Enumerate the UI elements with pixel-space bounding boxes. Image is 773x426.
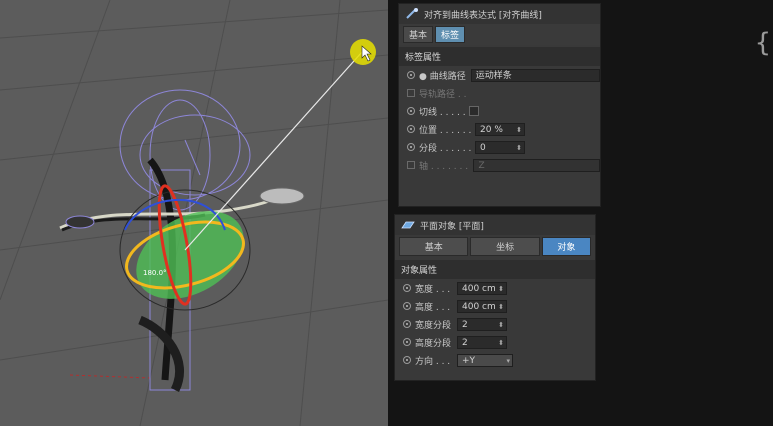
width-row: 宽度 . . . 400 cm ⬍ — [395, 279, 595, 297]
width-segments-row: 宽度分段 2 ⬍ — [395, 315, 595, 333]
animate-toggle[interactable] — [403, 320, 411, 328]
spline-path-label: ● 曲线路径 — [419, 71, 466, 82]
orientation-value: +Y — [462, 355, 476, 366]
axis-marker — [407, 161, 415, 169]
animate-toggle[interactable] — [407, 107, 415, 115]
height-label: 高度 . . . — [415, 302, 451, 313]
height-segments-input[interactable]: 2 ⬍ — [457, 335, 507, 350]
tangent-row: 切线 . . . . . . — [399, 102, 600, 120]
stepper-icon[interactable]: ⬍ — [516, 124, 522, 137]
rail-path-label: 导轨路径 . . — [419, 89, 467, 100]
plane-panel-title: 平面对象 [平面] — [420, 221, 484, 232]
height-segments-row: 高度分段 2 ⬍ — [395, 333, 595, 351]
position-row: 位置 . . . . . . 20 % ⬍ — [399, 120, 600, 138]
animate-toggle[interactable] — [407, 125, 415, 133]
width-value: 400 cm — [462, 283, 496, 294]
tab-tag[interactable]: 标签 — [435, 26, 466, 43]
angle-readout: 180.0° — [143, 269, 167, 277]
height-input[interactable]: 400 cm ⬍ — [457, 299, 507, 314]
plane-icon — [401, 221, 415, 229]
stepper-icon[interactable]: ⬍ — [498, 337, 504, 350]
plane-panel-tabs: 基本 坐标 对象 — [395, 235, 595, 258]
brace-glyph: { — [755, 28, 771, 58]
position-value: 20 % — [480, 124, 503, 135]
stepper-icon[interactable]: ⬍ — [498, 283, 504, 296]
height-segments-label: 高度分段 — [415, 338, 452, 349]
width-segments-label: 宽度分段 — [415, 320, 452, 331]
animate-toggle[interactable] — [407, 143, 415, 151]
axis-row: 轴 . . . . . . . . Z — [399, 156, 600, 174]
animate-toggle[interactable] — [403, 284, 411, 292]
position-input[interactable]: 20 % ⬍ — [475, 122, 525, 137]
object-properties-header: 对象属性 — [395, 260, 595, 279]
tab-basic[interactable]: 基本 — [403, 26, 434, 43]
height-value: 400 cm — [462, 301, 496, 312]
spline-path-row: ● 曲线路径 运动样条 — [399, 66, 600, 84]
height-row: 高度 . . . 400 cm ⬍ — [395, 297, 595, 315]
spline-path-field[interactable]: 运动样条 — [470, 68, 600, 82]
segment-input[interactable]: 0 ⬍ — [475, 140, 525, 155]
segment-label: 分段 . . . . . . — [419, 143, 471, 154]
alignment-tag-panel: 对齐到曲线表达式 [对齐曲线] 基本 标签 标签属性 ● 曲线路径 运动样条 导… — [398, 3, 601, 207]
tag-panel-title: 对齐到曲线表达式 [对齐曲线] — [424, 10, 542, 21]
height-segments-value: 2 — [462, 337, 468, 348]
segment-value: 0 — [480, 142, 486, 153]
tag-panel-header: 对齐到曲线表达式 [对齐曲线] — [399, 4, 600, 24]
segment-row: 分段 . . . . . . 0 ⬍ — [399, 138, 600, 156]
width-segments-value: 2 — [462, 319, 468, 330]
tangent-label: 切线 . . . . . . — [419, 107, 465, 118]
axis-field: Z — [473, 158, 600, 172]
animate-toggle[interactable] — [407, 71, 415, 79]
tag-panel-tabs: 基本 标签 — [399, 24, 600, 45]
stepper-icon[interactable]: ⬍ — [516, 142, 522, 155]
width-label: 宽度 . . . — [415, 284, 451, 295]
chevron-down-icon: ▾ — [506, 356, 510, 365]
orientation-dropdown[interactable]: +Y ▾ — [457, 353, 513, 367]
viewport-scene: 180.0° — [0, 0, 388, 426]
stepper-icon[interactable]: ⬍ — [498, 319, 504, 332]
tangent-checkbox[interactable] — [469, 106, 479, 116]
rail-path-marker — [407, 89, 415, 97]
tab-object[interactable]: 对象 — [541, 237, 591, 256]
width-segments-input[interactable]: 2 ⬍ — [457, 317, 507, 332]
rail-path-row: 导轨路径 . . — [399, 84, 600, 102]
plane-panel-header: 平面对象 [平面] — [395, 215, 595, 235]
position-label: 位置 . . . . . . — [419, 125, 471, 136]
orientation-label: 方向 . . . — [415, 356, 451, 367]
animate-toggle[interactable] — [403, 338, 411, 346]
stepper-icon[interactable]: ⬍ — [498, 301, 504, 314]
width-input[interactable]: 400 cm ⬍ — [457, 281, 507, 296]
tab-coordinates[interactable]: 坐标 — [470, 237, 540, 256]
axis-label: 轴 . . . . . . . . — [419, 161, 470, 172]
animate-toggle[interactable] — [403, 302, 411, 310]
3d-viewport[interactable]: 180.0° — [0, 0, 388, 426]
tab-basic[interactable]: 基本 — [399, 237, 469, 256]
align-to-spline-icon — [406, 8, 418, 19]
animate-toggle[interactable] — [403, 356, 411, 364]
plane-object-panel: 平面对象 [平面] 基本 坐标 对象 对象属性 宽度 . . . 400 cm ⬍… — [394, 214, 596, 381]
orientation-row: 方向 . . . +Y ▾ — [395, 351, 595, 369]
tag-properties-header: 标签属性 — [399, 47, 600, 66]
